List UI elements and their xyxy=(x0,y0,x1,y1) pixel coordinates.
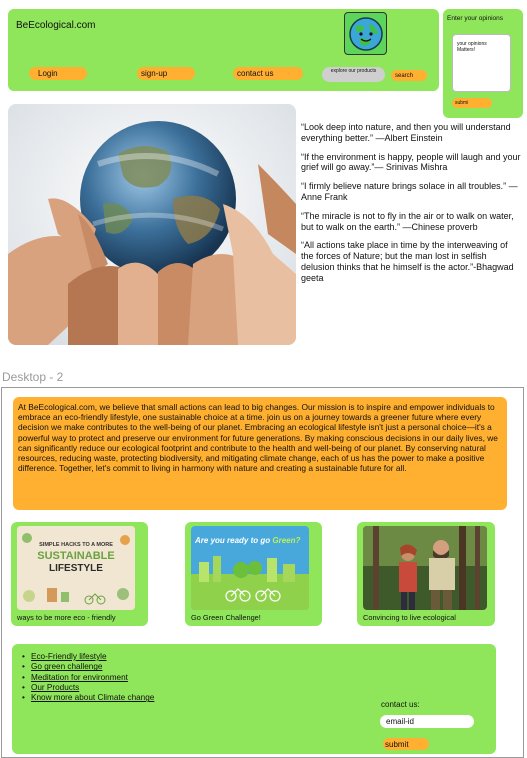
footer-links-list: Eco-Friendly lifestyle Go green challeng… xyxy=(22,652,154,704)
quote-item: “If the environment is happy, people wil… xyxy=(301,151,521,173)
quote-item: “I firmly believe nature brings solace i… xyxy=(301,181,518,202)
site-name[interactable]: BeEcological.com xyxy=(16,20,95,31)
quote-item: “The miracle is not to fly in the air or… xyxy=(301,210,514,232)
list-item: Eco-Friendly lifestyle xyxy=(22,652,154,663)
forest-people-image xyxy=(363,526,487,610)
earth-logo[interactable] xyxy=(344,12,387,55)
list-item: Go green challenge xyxy=(22,662,154,673)
sustainable-lifestyle-image: SIMPLE HACKS TO A MORE SUSTAINABLE LIFES… xyxy=(17,526,135,610)
smiling-earth-icon xyxy=(348,16,383,51)
quote-item: “All actions take place in time by the i… xyxy=(301,240,514,283)
contact-us-button[interactable]: contact us xyxy=(233,67,303,80)
search-button[interactable]: search xyxy=(391,70,427,81)
card-caption: Go Green Challenge! xyxy=(191,613,261,622)
go-green-image: Are you ready to go Green? xyxy=(191,526,309,610)
link-meditation[interactable]: Meditation for environment xyxy=(31,673,128,682)
forest-people-illustration xyxy=(363,526,487,610)
footer-panel: Eco-Friendly lifestyle Go green challeng… xyxy=(12,644,496,754)
article-card-go-green[interactable]: Are you ready to go Green? Go Green Chal… xyxy=(185,522,322,626)
header-bar: BeEcological.com Login sign-up contact u… xyxy=(8,9,439,91)
link-climate-change[interactable]: Know more about Climate change xyxy=(31,693,154,702)
frame-label: Desktop - 2 xyxy=(2,370,64,384)
list-item: Our Products xyxy=(22,683,154,694)
list-item: Meditation for environment xyxy=(22,673,154,684)
card-caption: Convincing to live ecological xyxy=(363,613,456,622)
quote-item: “Look deep into nature, and then you wil… xyxy=(301,122,511,143)
article-card-eco-friendly[interactable]: SIMPLE HACKS TO A MORE SUSTAINABLE LIFES… xyxy=(11,522,148,626)
about-text-block: At BeEcological.com, we believe that sma… xyxy=(13,397,507,510)
contact-label: contact us: xyxy=(381,700,420,709)
desktop-1-frame: BeEcological.com Login sign-up contact u… xyxy=(0,0,527,368)
quotes-block: “Look deep into nature, and then you wil… xyxy=(301,122,521,292)
link-eco-friendly-lifestyle[interactable]: Eco-Friendly lifestyle xyxy=(31,652,107,661)
opinion-panel: Enter your opinions your opinions Matter… xyxy=(443,9,523,118)
list-item: Know more about Climate change xyxy=(22,693,154,704)
article-card-convincing[interactable]: Convincing to live ecological xyxy=(357,522,495,626)
card-image-text: SUSTAINABLE xyxy=(37,550,114,562)
card-image-text: SIMPLE HACKS TO A MORE xyxy=(39,542,113,548)
search-input[interactable]: explore our products xyxy=(322,67,385,82)
email-field[interactable]: email-id xyxy=(380,715,474,728)
signup-button[interactable]: sign-up xyxy=(137,67,195,80)
link-go-green-challenge[interactable]: Go green challenge xyxy=(31,662,102,671)
card-image-text: LIFESTYLE xyxy=(49,563,103,574)
sustainable-lifestyle-illustration: SIMPLE HACKS TO A MORE SUSTAINABLE LIFES… xyxy=(17,526,135,610)
card-caption: ways to be more eco - friendly xyxy=(17,613,116,622)
opinion-submit-button[interactable]: submi xyxy=(452,98,492,108)
submit-button[interactable]: submit xyxy=(383,738,429,750)
go-green-illustration: Are you ready to go Green? xyxy=(191,526,309,610)
login-button[interactable]: Login xyxy=(29,67,87,80)
hero-image-hands-holding-earth xyxy=(8,104,296,345)
go-green-headline: Are you ready to go Green? xyxy=(194,536,300,545)
hands-globe-illustration xyxy=(8,104,296,345)
opinion-textarea[interactable]: your opinions Matters! xyxy=(452,34,511,92)
link-our-products[interactable]: Our Products xyxy=(31,683,79,692)
opinion-title: Enter your opinions xyxy=(447,15,504,22)
